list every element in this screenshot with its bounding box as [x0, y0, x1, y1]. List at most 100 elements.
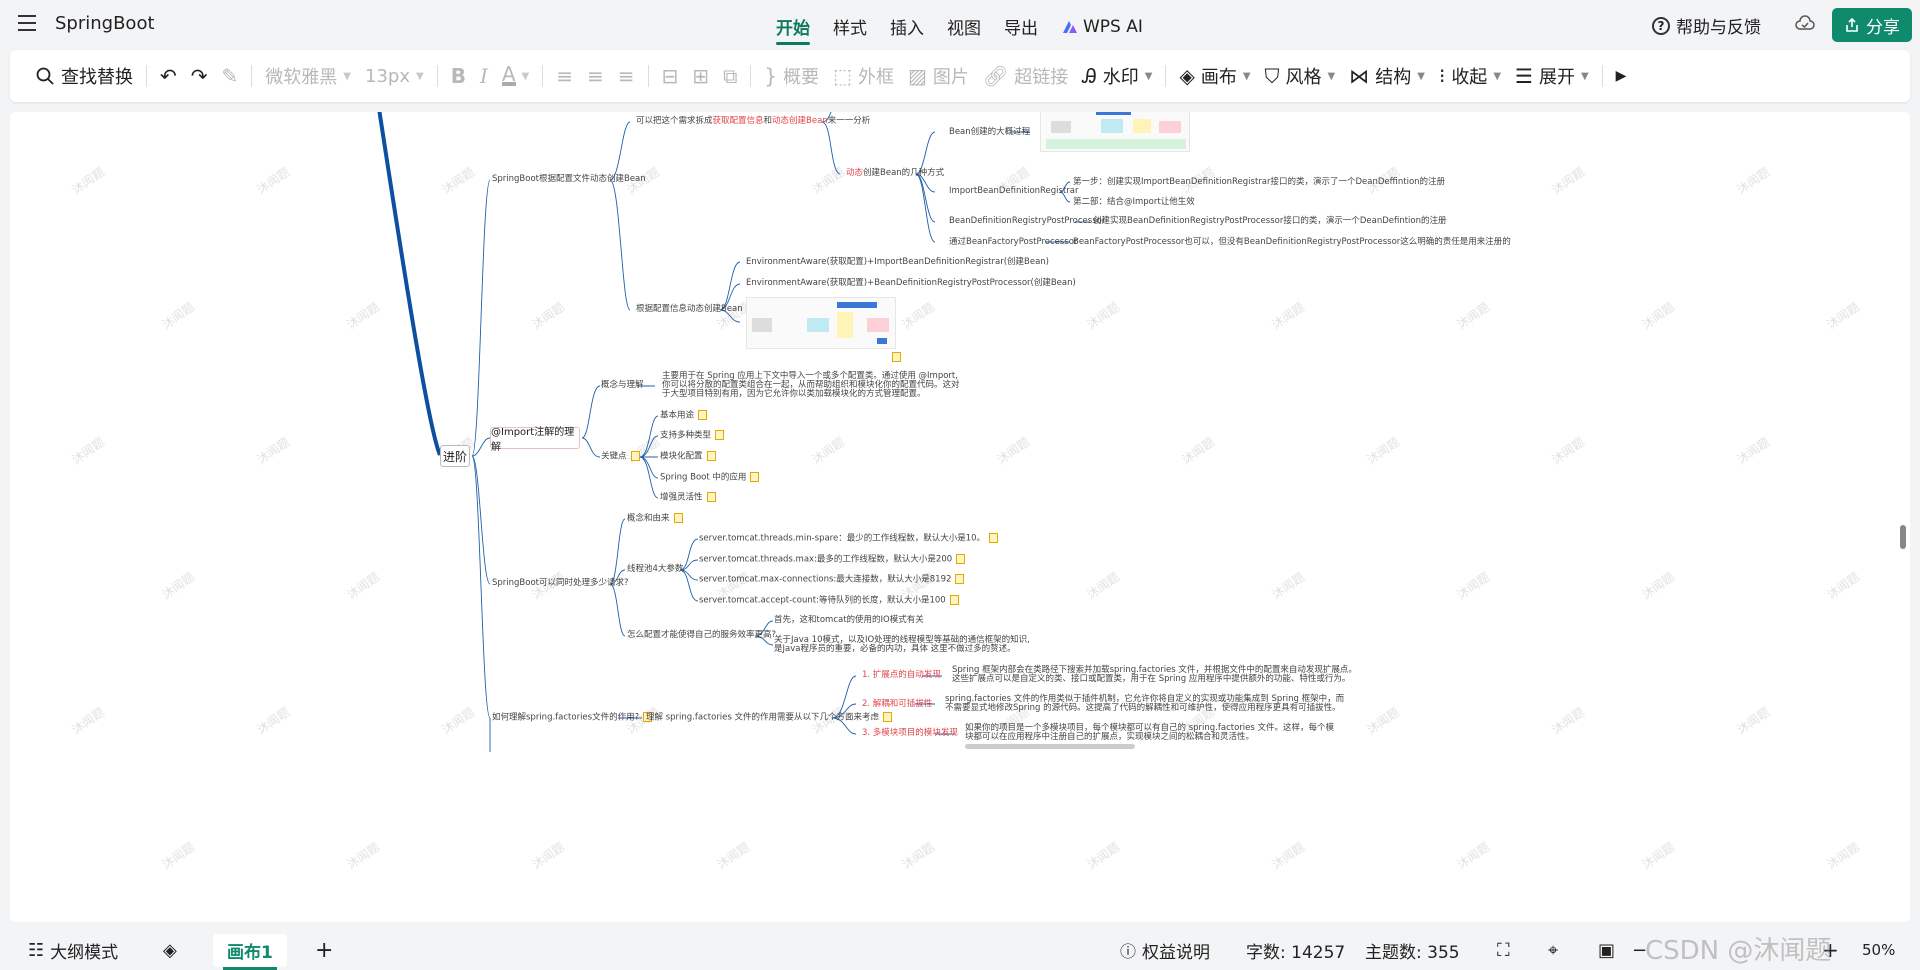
- note-icon[interactable]: [883, 712, 892, 722]
- help-feedback-button[interactable]: ? 帮助与反馈: [1652, 13, 1761, 38]
- thread-param[interactable]: server.tomcat.threads.max:最多的工作线程数，默认大小是…: [699, 554, 966, 566]
- topic-registry-pp-desc[interactable]: 创建实现BeanDefinitionRegistryPostProcessor接…: [1093, 216, 1447, 227]
- zoom-level[interactable]: 50%: [1862, 941, 1895, 959]
- note-icon[interactable]: [715, 430, 725, 440]
- note-icon[interactable]: [949, 595, 959, 605]
- outline-mode-button[interactable]: ☷ 大纲模式: [28, 938, 118, 963]
- tab-start[interactable]: 开始: [776, 14, 810, 45]
- bean-process-diagram-image[interactable]: [1040, 112, 1190, 152]
- keypoint-item[interactable]: Spring Boot 中的应用: [660, 472, 760, 484]
- fit-screen-button[interactable]: ⛶: [1497, 940, 1510, 961]
- font-color-button[interactable]: A ▼: [495, 56, 536, 96]
- topic-howto[interactable]: 怎么配置才能使得自己的服务效率更高?: [627, 630, 776, 641]
- minimap-button[interactable]: ▣: [1598, 940, 1615, 961]
- note-icon[interactable]: [698, 410, 708, 420]
- undo-button[interactable]: ↶: [153, 56, 184, 96]
- topic-keypoints[interactable]: 关键点: [601, 451, 640, 463]
- redo-button[interactable]: ↷: [184, 56, 215, 96]
- format-painter-button[interactable]: ✎: [215, 56, 246, 96]
- config-bean-diagram-image[interactable]: [746, 297, 896, 349]
- note-icon[interactable]: [630, 451, 640, 461]
- mindmap-canvas[interactable]: 沐闻题 沐闻题 沐闻题 沐闻题 沐闻题 沐闻题 沐闻题 沐闻题 沐闻题 沐闻题 沐闻题 沐闻题 沐闻题沐…: [10, 112, 1910, 922]
- topic-threads[interactable]: 线程池4大参数: [627, 564, 683, 575]
- topic-env1[interactable]: EnvironmentAware(获取配置)+ImportBeanDefinit…: [746, 257, 1049, 268]
- vertical-scrollbar[interactable]: [1900, 525, 1906, 549]
- align-right-button[interactable]: ≡: [611, 56, 642, 96]
- tab-export[interactable]: 导出: [1004, 14, 1038, 45]
- bold-button[interactable]: B: [444, 56, 473, 96]
- topic-concurrency[interactable]: SpringBoot可以同时处理多少请求?: [492, 578, 629, 589]
- canvas-button[interactable]: ◈ 画布 ▼: [1172, 56, 1257, 96]
- style-button[interactable]: ⛉ 风格 ▼: [1258, 56, 1343, 96]
- more-tools-button[interactable]: ▶: [1609, 56, 1634, 96]
- document-title[interactable]: SpringBoot: [55, 13, 155, 34]
- factory-point[interactable]: 3. 多模块项目的模块发现: [862, 728, 958, 739]
- topic-step2[interactable]: 第二部：结合@Import让他生效: [1073, 197, 1195, 208]
- outline-frame-button[interactable]: ⬚ 外框: [826, 56, 901, 96]
- rights-button[interactable]: ⓘ 权益说明: [1120, 938, 1210, 963]
- topic-by-config[interactable]: 根据配置信息动态创建Bean: [636, 304, 743, 315]
- add-canvas-button[interactable]: +: [315, 938, 333, 963]
- note-icon[interactable]: [706, 451, 716, 461]
- thread-param[interactable]: server.tomcat.accept-count:等待队列的长度，默认大小是…: [699, 595, 959, 607]
- topic-import-registrar[interactable]: ImportBeanDefinitionRegistrar: [949, 186, 1079, 197]
- note-icon[interactable]: [750, 472, 760, 482]
- canvas-tab-1[interactable]: 画布1: [213, 933, 287, 970]
- locate-button[interactable]: ⌖: [1548, 940, 1558, 961]
- image-button[interactable]: ▨ 图片: [901, 56, 976, 96]
- insert-subtopic-button[interactable]: ⊞: [685, 56, 716, 96]
- topic-factories[interactable]: 如何理解spring.factories文件的作用?: [492, 712, 653, 724]
- topic-step1[interactable]: 第一步：创建实现ImportBeanDefinitionRegistrar接口的…: [1073, 177, 1445, 188]
- topic-factories-sub[interactable]: 理解 spring.factories 文件的作用需要从以下几个方面来考虑: [646, 712, 892, 724]
- keypoint-item[interactable]: 增强灵活性: [660, 492, 716, 504]
- font-size-select[interactable]: 13px ▼: [358, 56, 431, 96]
- factory-point[interactable]: 2. 解耦和可插拔性: [862, 699, 932, 710]
- align-left-button[interactable]: ≡: [549, 56, 580, 96]
- find-replace-button[interactable]: 查找替换: [28, 56, 140, 96]
- insert-parent-button[interactable]: ⧉: [716, 56, 744, 96]
- keypoint-item[interactable]: 基本用途: [660, 410, 708, 422]
- topic-factory-pp[interactable]: 通过BeanFactoryPostProcessor: [949, 237, 1077, 248]
- thread-param[interactable]: server.tomcat.max-connections:最大连接数，默认大小…: [699, 574, 965, 586]
- tab-view[interactable]: 视图: [947, 14, 981, 45]
- expand-button[interactable]: ☰ 展开 ▼: [1508, 56, 1596, 96]
- keypoint-item[interactable]: 模块化配置: [660, 451, 716, 463]
- tab-style[interactable]: 样式: [833, 14, 867, 45]
- share-button[interactable]: 分享: [1832, 8, 1912, 42]
- factory-point[interactable]: 1. 扩展点的自动发现: [862, 670, 941, 681]
- topic-concept[interactable]: 概念与理解: [601, 380, 644, 391]
- note-icon[interactable]: [956, 554, 966, 564]
- italic-button[interactable]: I: [473, 56, 495, 96]
- howto-item[interactable]: 首先，这和tomcat的使用的IO模式有关: [774, 615, 924, 626]
- note-icon[interactable]: [892, 352, 901, 362]
- topic-cc-concept[interactable]: 概念和由来: [627, 513, 683, 525]
- topic-dynamic-ways[interactable]: 动态创建Bean的几种方式: [846, 168, 944, 179]
- collapse-button[interactable]: ⁝ 收起 ▼: [1432, 56, 1508, 96]
- note-icon[interactable]: [673, 513, 683, 523]
- summary-button[interactable]: } 概要: [757, 56, 826, 96]
- cloud-saved-icon[interactable]: [1795, 15, 1815, 33]
- horizontal-scrollbar[interactable]: [965, 744, 1135, 749]
- hyperlink-button[interactable]: 🔗︎ 超链接: [976, 56, 1075, 96]
- font-family-select[interactable]: 微软雅黑 ▼: [258, 56, 358, 96]
- note-icon[interactable]: [955, 574, 965, 584]
- topic-import-annotation[interactable]: @Import注解的理解: [490, 427, 580, 453]
- topic-factory-pp-desc[interactable]: BeanFactoryPostProcessor也可以，但没有BeanDefin…: [1073, 237, 1511, 248]
- thread-param[interactable]: server.tomcat.threads.min-spare：最少的工作线程数…: [699, 533, 999, 545]
- wps-ai-button[interactable]: WPS AI: [1061, 14, 1143, 45]
- topic-config-bean[interactable]: SpringBoot根据配置文件动态创建Bean: [492, 174, 646, 185]
- topic-bean-process[interactable]: Bean创建的大概过程: [949, 127, 1030, 138]
- hamburger-menu-icon[interactable]: [18, 15, 36, 33]
- structure-button[interactable]: ⋈ 结构 ▼: [1342, 56, 1432, 96]
- topic-env2[interactable]: EnvironmentAware(获取配置)+BeanDefinitionReg…: [746, 278, 1076, 289]
- tab-insert[interactable]: 插入: [890, 14, 924, 45]
- note-icon[interactable]: [706, 492, 716, 502]
- keypoint-item[interactable]: 支持多种类型: [660, 430, 725, 442]
- align-center-button[interactable]: ≡: [580, 56, 611, 96]
- root-topic[interactable]: 进阶: [440, 445, 470, 467]
- topic-registry-pp[interactable]: BeanDefinitionRegistryPostProcessor: [949, 216, 1105, 227]
- insert-topic-button[interactable]: ⊟: [655, 56, 686, 96]
- watermark-button[interactable]: Ꭿ 水印 ▼: [1075, 56, 1159, 96]
- note-icon[interactable]: [989, 533, 999, 543]
- topic-split[interactable]: 可以把这个需求拆成获取配置信息和动态创建Bean来一一分析: [636, 116, 870, 127]
